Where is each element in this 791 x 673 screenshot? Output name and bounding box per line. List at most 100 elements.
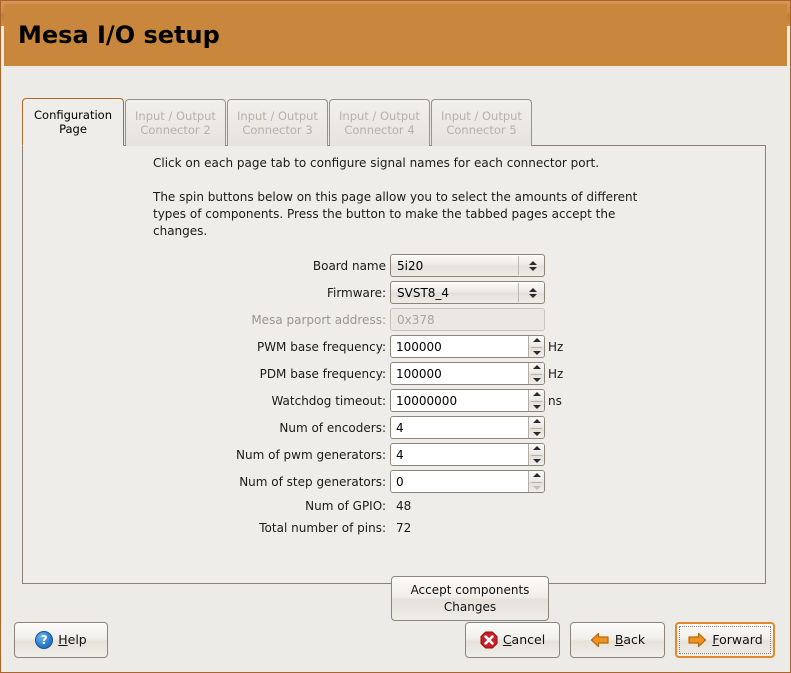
tab-label-line-1: Input / Output (237, 109, 318, 123)
tab-label-line-1: Input / Output (441, 109, 522, 123)
cancel-rest: ancel (511, 632, 546, 647)
tab-label: Input / Output Connector 4 (339, 109, 420, 137)
pdm-base-frequency-value[interactable]: 100000 (391, 363, 528, 384)
label-pdm-base-frequency: PDM base frequency: (259, 366, 386, 381)
spinner-down-icon[interactable] (532, 351, 541, 355)
form-row-parport-address: Mesa parport address: 0x378 (23, 306, 767, 333)
cancel-icon (480, 631, 498, 649)
num-gpio-value: 48 (396, 499, 412, 513)
label-num-step-generators: Num of step generators: (239, 474, 386, 489)
tab-io-connector-2[interactable]: Input / Output Connector 2 (125, 99, 226, 146)
intro-text: Click on each page tab to configure sign… (153, 155, 653, 240)
pdm-base-frequency-spinner[interactable]: 100000 (390, 362, 545, 385)
combo-separator (518, 283, 519, 302)
intro-line-2: The spin buttons below on this page allo… (153, 190, 638, 238)
tab-label-line-1: Input / Output (339, 109, 420, 123)
tab-label-line-1: Input / Output (135, 109, 216, 123)
form-row-num-step-generators: Num of step generators: 0 (23, 468, 767, 495)
cancel-button[interactable]: Cancel (465, 621, 560, 658)
cancel-mnemonic: C (502, 632, 512, 647)
spinner-up-icon[interactable] (532, 392, 541, 396)
watchdog-timeout-value[interactable]: 10000000 (391, 390, 528, 411)
label-parport-address: Mesa parport address: (251, 312, 386, 327)
application-window: Point and click configuration - my_EMC_m… (0, 0, 791, 673)
spinner-up-icon[interactable] (532, 473, 541, 477)
spinner-buttons[interactable] (528, 390, 544, 411)
spinner-down-icon (532, 486, 541, 490)
pwm-base-frequency-spinner[interactable]: 100000 (390, 335, 545, 358)
label-pwm-base-frequency: PWM base frequency: (256, 339, 386, 354)
watchdog-timeout-spinner[interactable]: 10000000 (390, 389, 545, 412)
spinner-down-icon[interactable] (532, 432, 541, 436)
pwm-base-frequency-value[interactable]: 100000 (391, 336, 528, 357)
form-row-total-pins: Total number of pins: 72 (23, 517, 767, 539)
num-pwm-generators-value[interactable]: 4 (391, 444, 528, 465)
form-row-watchdog-timeout: Watchdog timeout: 10000000 ns (23, 387, 767, 414)
form-row-pwm-base-frequency: PWM base frequency: 100000 Hz (23, 333, 767, 360)
chevron-updown-icon (525, 260, 540, 271)
form-row-firmware: Firmware: SVST8_4 (23, 279, 767, 306)
form-row-num-gpio: Num of GPIO: 48 (23, 495, 767, 517)
num-encoders-spinner[interactable]: 4 (390, 416, 545, 439)
chevron-up-icon (528, 260, 537, 265)
spinner-buttons[interactable] (528, 417, 544, 438)
arrow-left-icon (590, 632, 610, 648)
form-row-num-pwm-generators: Num of pwm generators: 4 (23, 441, 767, 468)
tab-label: Configuration Page (34, 108, 112, 136)
num-step-generators-spinner[interactable]: 0 (390, 470, 545, 493)
spinner-down-icon[interactable] (532, 405, 541, 409)
spinner-down-icon[interactable] (532, 459, 541, 463)
forward-button[interactable]: Forward (675, 621, 775, 658)
num-encoders-value[interactable]: 4 (391, 417, 528, 438)
help-button-label: Help (58, 632, 87, 647)
spinner-up-icon[interactable] (532, 419, 541, 423)
help-button[interactable]: ? Help (14, 621, 108, 658)
tab-label-line-2: Connector 3 (242, 123, 313, 137)
spinner-up-icon[interactable] (532, 365, 541, 369)
forward-button-label: Forward (712, 632, 762, 647)
tab-io-connector-3[interactable]: Input / Output Connector 3 (227, 99, 328, 146)
spinner-buttons[interactable] (528, 363, 544, 384)
accept-button-line-1: Accept components (410, 582, 530, 597)
cancel-button-label: Cancel (503, 632, 545, 647)
tab-panel-seam (23, 144, 123, 147)
num-step-generators-value[interactable]: 0 (391, 471, 528, 492)
help-mnemonic: H (58, 632, 68, 647)
chevron-updown-icon (525, 287, 540, 298)
tab-label-line-2: Connector 5 (446, 123, 517, 137)
accept-button-line-2: Changes (443, 599, 497, 614)
spinner-buttons[interactable] (528, 471, 544, 492)
label-num-encoders: Num of encoders: (279, 420, 386, 435)
spinner-buttons[interactable] (528, 444, 544, 465)
parport-address-input: 0x378 (390, 308, 545, 331)
chevron-down-icon (528, 293, 537, 298)
label-total-pins: Total number of pins: (259, 521, 386, 535)
accept-components-changes-button[interactable]: Accept components Changes (391, 576, 549, 621)
unit-watchdog-timeout: ns (548, 393, 562, 408)
firmware-value: SVST8_4 (397, 285, 450, 300)
spinner-down-icon[interactable] (532, 378, 541, 382)
back-button-label: Back (615, 632, 645, 647)
board-name-combo[interactable]: 5i20 (390, 254, 545, 277)
spinner-buttons[interactable] (528, 336, 544, 357)
form-row-num-encoders: Num of encoders: 4 (23, 414, 767, 441)
spinner-up-icon[interactable] (532, 446, 541, 450)
tab-label-line-2: Connector 2 (140, 123, 211, 137)
tab-io-connector-5[interactable]: Input / Output Connector 5 (431, 99, 532, 146)
label-board-name: Board name (312, 258, 386, 273)
tab-io-connector-4[interactable]: Input / Output Connector 4 (329, 99, 430, 146)
unit-pwm-base-frequency: Hz (548, 339, 564, 354)
chevron-down-icon (528, 266, 537, 271)
tab-configuration-page[interactable]: Configuration Page (22, 98, 124, 146)
firmware-combo[interactable]: SVST8_4 (390, 281, 545, 304)
back-button[interactable]: Back (570, 621, 665, 658)
tab-label: Input / Output Connector 5 (441, 109, 522, 137)
label-firmware: Firmware: (326, 285, 386, 300)
tab-strip: Configuration Page Input / Output Connec… (22, 98, 533, 146)
board-name-value: 5i20 (397, 258, 424, 273)
tab-label-line-2: Page (59, 122, 87, 136)
intro-spacer (153, 172, 653, 189)
form-row-board-name: Board name 5i20 (23, 252, 767, 279)
num-pwm-generators-spinner[interactable]: 4 (390, 443, 545, 466)
spinner-up-icon[interactable] (532, 338, 541, 342)
